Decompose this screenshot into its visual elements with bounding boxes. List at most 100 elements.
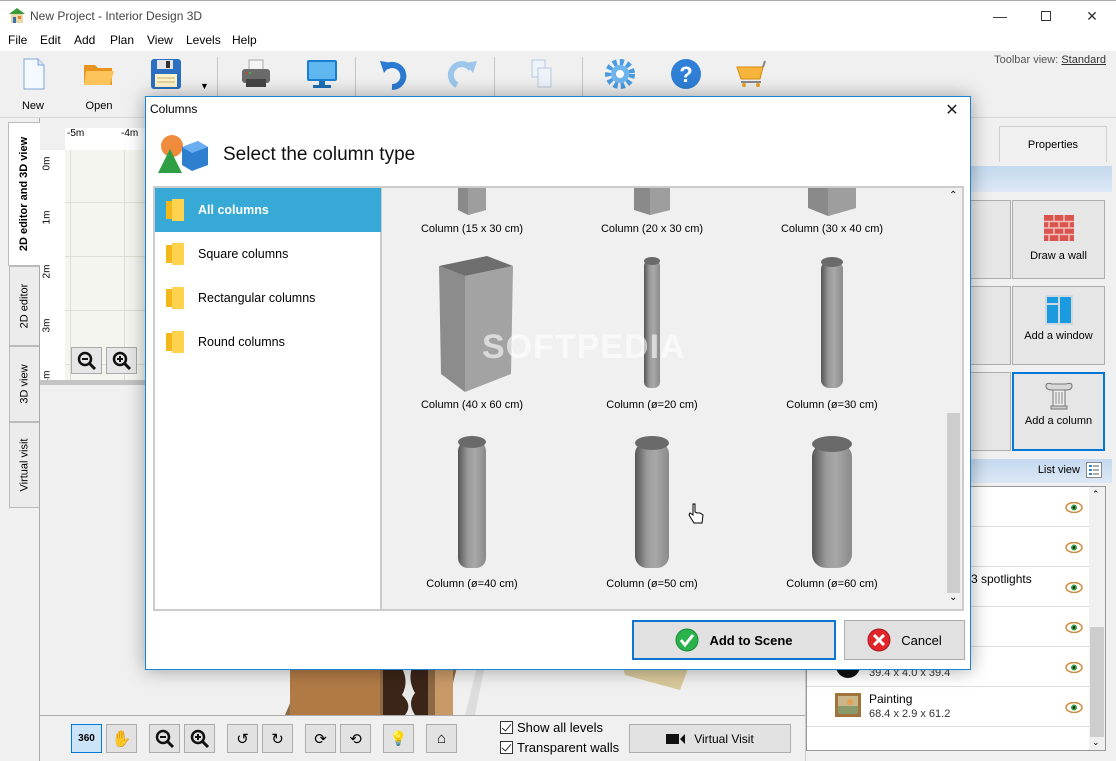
new-label: New	[21, 100, 44, 112]
add-to-scene-button[interactable]: Add to Scene	[632, 620, 836, 660]
toolbar-separator	[217, 57, 218, 97]
column-item-d40[interactable]: Column (ø=40 cm)	[382, 423, 562, 603]
visibility-eye-icon[interactable]	[1065, 582, 1083, 593]
window-close-button[interactable]: ✕	[1069, 1, 1115, 31]
visibility-eye-icon[interactable]	[1065, 662, 1083, 673]
orbit-left-button[interactable]: ⟳	[305, 724, 336, 753]
gallery-scrollbar[interactable]: ⌃ ⌄	[945, 188, 962, 609]
scrollbar-thumb[interactable]	[947, 413, 960, 593]
column-item-30x40[interactable]: Column (30 x 40 cm)	[742, 188, 922, 238]
tab-virtual-visit[interactable]: Virtual visit	[9, 422, 39, 508]
column-item-15x30[interactable]: Column (15 x 30 cm)	[382, 188, 562, 238]
orbit-right-button[interactable]: ⟲	[340, 724, 371, 753]
list-item[interactable]: Painting 68.4 x 2.9 x 61.2	[807, 687, 1091, 727]
shopping-cart-icon	[736, 60, 766, 87]
tool-add-window[interactable]: Add a window	[1012, 286, 1105, 365]
ruler-label: 2m	[41, 264, 53, 279]
transparent-walls-checkbox[interactable]: Transparent walls	[500, 740, 619, 755]
open-button[interactable]: Open	[70, 55, 128, 115]
plan-zoom-out-button[interactable]	[71, 347, 102, 374]
menu-help[interactable]: Help	[232, 33, 257, 47]
column-gallery: Column (15 x 30 cm) Column (20 x 30 cm) …	[381, 186, 964, 611]
redo-icon	[447, 61, 477, 88]
orbit-right-icon: ⟲	[349, 730, 362, 748]
painting-icon	[835, 693, 861, 717]
pan-hand-icon: ✋	[111, 730, 132, 748]
folder-icon	[166, 331, 184, 353]
column-preview	[439, 256, 513, 392]
list-scrollbar[interactable]: ⌃ ⌄	[1089, 487, 1105, 750]
minimize-icon: —	[993, 8, 1007, 24]
category-square-columns[interactable]: Square columns	[155, 232, 381, 276]
scroll-up-icon[interactable]: ⌃	[949, 190, 957, 201]
visibility-eye-icon[interactable]	[1065, 702, 1083, 713]
ruler-label: -5m	[67, 128, 85, 139]
rotate-left-button[interactable]: ↺	[227, 724, 258, 753]
rotate-right-icon: ↻	[271, 730, 284, 748]
menu-view[interactable]: View	[147, 33, 173, 47]
toolbar-separator	[355, 57, 356, 97]
scrollbar-thumb[interactable]	[1090, 627, 1104, 737]
rotate-right-button[interactable]: ↻	[262, 724, 293, 753]
visibility-eye-icon[interactable]	[1065, 502, 1083, 513]
tab-3d-view[interactable]: 3D view	[9, 346, 39, 422]
category-rectangular-columns[interactable]: Rectangular columns	[155, 276, 381, 320]
category-all-columns[interactable]: All columns	[155, 188, 383, 232]
open-folder-icon	[84, 65, 114, 85]
folder-icon	[166, 243, 184, 265]
category-round-columns[interactable]: Round columns	[155, 320, 381, 364]
scroll-up-icon[interactable]: ⌃	[1092, 489, 1100, 500]
scroll-down-icon[interactable]: ⌄	[949, 592, 957, 603]
column-item-d30[interactable]: Column (ø=30 cm)	[742, 244, 922, 424]
checkbox-checked-icon	[500, 721, 513, 734]
column-item-d50[interactable]: Column (ø=50 cm)	[562, 423, 742, 603]
maximize-button[interactable]	[1023, 1, 1069, 31]
dialog-close-button[interactable]: ✕	[938, 97, 966, 123]
visibility-eye-icon[interactable]	[1065, 622, 1083, 633]
orbit-left-icon: ⟳	[314, 730, 327, 748]
column-preview	[634, 188, 670, 215]
zoom-out-button[interactable]	[149, 724, 180, 753]
visibility-eye-icon[interactable]	[1065, 542, 1083, 553]
printer-icon	[242, 59, 270, 87]
new-button[interactable]: New	[4, 55, 62, 115]
menu-levels[interactable]: Levels	[186, 33, 221, 47]
save-dropdown-arrow[interactable]: ▼	[200, 81, 209, 91]
virtual-visit-button[interactable]: Virtual Visit	[629, 724, 791, 753]
column-preview	[644, 257, 660, 388]
tab-properties[interactable]: Properties	[999, 126, 1107, 162]
list-view-toggle[interactable]: List view	[1038, 462, 1102, 478]
home-view-button[interactable]: ⌂	[426, 724, 457, 753]
tab-2d-and-3d-view[interactable]: 2D editor and 3D view	[8, 122, 40, 266]
checkmark-icon	[675, 628, 699, 652]
tool-draw-wall[interactable]: Draw a wall	[1012, 200, 1105, 279]
menu-file[interactable]: File	[8, 33, 27, 47]
scroll-down-icon[interactable]: ⌄	[1092, 737, 1100, 748]
tool-add-column[interactable]: Add a column	[1012, 372, 1105, 451]
show-all-levels-checkbox[interactable]: Show all levels	[500, 720, 603, 735]
column-item-20x30[interactable]: Column (20 x 30 cm)	[562, 188, 742, 238]
tab-2d-editor[interactable]: 2D editor	[9, 266, 39, 346]
cancel-button[interactable]: Cancel	[844, 620, 965, 660]
menu-edit[interactable]: Edit	[40, 33, 61, 47]
rotate-360-button[interactable]: 360	[71, 724, 102, 753]
menu-plan[interactable]: Plan	[110, 33, 134, 47]
column-preview	[458, 436, 486, 568]
zoom-out-icon	[155, 729, 174, 748]
pan-button[interactable]: ✋	[106, 724, 137, 753]
menu-add[interactable]: Add	[74, 33, 95, 47]
svg-text:?: ?	[679, 62, 692, 87]
minimize-button[interactable]: —	[977, 1, 1023, 31]
zoom-in-button[interactable]	[184, 724, 215, 753]
folder-icon	[166, 287, 184, 309]
column-item-d60[interactable]: Column (ø=60 cm)	[742, 423, 922, 603]
column-icon	[1044, 382, 1073, 410]
lighting-button[interactable]: 💡	[383, 724, 414, 753]
plan-zoom-in-button[interactable]	[106, 347, 137, 374]
checkbox-checked-icon	[500, 741, 513, 754]
close-icon: ✕	[1086, 7, 1098, 24]
columns-dialog: Columns ✕ Select the column type All col…	[145, 96, 971, 670]
toolbar-view-link[interactable]: Standard	[1061, 54, 1106, 66]
tool-label: Draw a wall	[1030, 250, 1087, 262]
window-title: New Project - Interior Design 3D	[30, 9, 203, 23]
